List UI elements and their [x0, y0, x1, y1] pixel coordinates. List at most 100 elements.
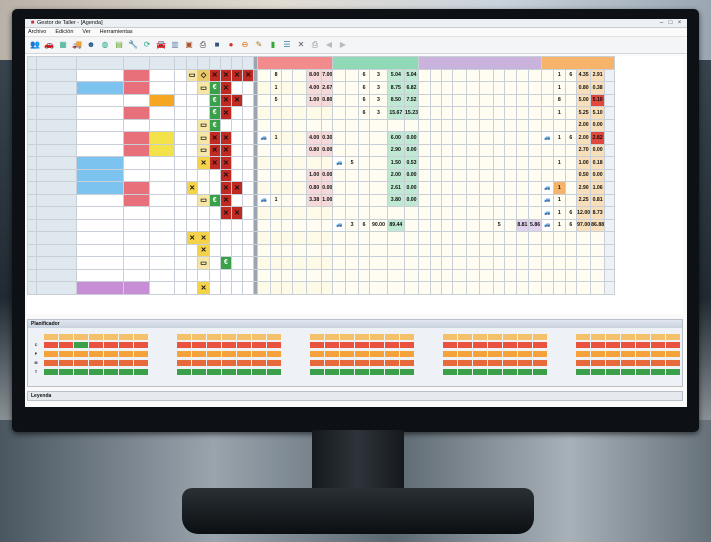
- plan-cell[interactable]: [385, 342, 399, 348]
- status-cell-e2[interactable]: [242, 193, 255, 207]
- table-row[interactable]: ▭ €: [27, 256, 683, 270]
- stop-icon[interactable]: ●: [225, 39, 237, 51]
- plan-cell[interactable]: [310, 360, 324, 366]
- table-row[interactable]: € ✕ 6 3 15.67 15.23 1 5.25 5.10: [27, 106, 683, 120]
- plan-cell[interactable]: [237, 360, 251, 366]
- plan-cell[interactable]: [267, 342, 281, 348]
- status-cell-e2[interactable]: [242, 206, 255, 220]
- plan-cell[interactable]: [104, 360, 118, 366]
- plan-cell[interactable]: [518, 351, 532, 357]
- plan-cell[interactable]: [355, 342, 369, 348]
- plan-cell[interactable]: [458, 342, 472, 348]
- status-cell-e2[interactable]: [242, 268, 255, 282]
- plan-cell[interactable]: [503, 351, 517, 357]
- plan-cell[interactable]: [222, 369, 236, 375]
- status-cell-f[interactable]: [219, 118, 233, 132]
- table-row[interactable]: ✕ 1.00 0.00 2.00 0.00 0.50 0.00: [27, 168, 683, 182]
- status-cell-r[interactable]: [208, 231, 221, 245]
- status-cell-r[interactable]: €: [208, 118, 221, 132]
- table-row[interactable]: ▭ ✕ ✕ 🚙 1 4.00 0.30 6.00 0.00 🚙 1 6 2.00 2.82: [27, 131, 683, 145]
- status-cell-f[interactable]: ✕: [219, 206, 233, 220]
- status-cell-o[interactable]: [230, 281, 244, 295]
- status-cell-r[interactable]: [208, 181, 221, 195]
- plan-cell[interactable]: [621, 360, 635, 366]
- plan-cell[interactable]: [310, 342, 324, 348]
- plan-cell[interactable]: [134, 342, 148, 348]
- plan-cell[interactable]: [651, 360, 665, 366]
- plan-cell[interactable]: [651, 342, 665, 348]
- plan-cell[interactable]: [518, 369, 532, 375]
- printer-icon[interactable]: ⎙: [309, 39, 321, 51]
- status-cell-o[interactable]: ✕: [230, 181, 244, 195]
- book-icon[interactable]: ▣: [183, 39, 195, 51]
- calendar-icon[interactable]: ▦: [57, 39, 69, 51]
- status-cell-e[interactable]: [186, 193, 199, 207]
- status-cell-e2[interactable]: [242, 256, 255, 270]
- status-cell-f[interactable]: ✕: [219, 81, 233, 95]
- status-cell-f[interactable]: ✕: [219, 168, 233, 182]
- status-cell-o[interactable]: [230, 268, 244, 282]
- plan-cell[interactable]: [325, 360, 339, 366]
- plan-cell[interactable]: [473, 342, 487, 348]
- plan-cell[interactable]: [237, 342, 251, 348]
- plan-cell[interactable]: [310, 351, 324, 357]
- plan-cell[interactable]: [74, 369, 88, 375]
- status-cell-r[interactable]: ✕: [208, 143, 221, 157]
- plan-cell[interactable]: [104, 369, 118, 375]
- plan-cell[interactable]: [119, 369, 133, 375]
- plan-cell[interactable]: [252, 360, 266, 366]
- plan-cell[interactable]: [666, 351, 680, 357]
- status-cell-p[interactable]: ✕: [197, 231, 210, 245]
- status-cell-p[interactable]: ▭: [197, 131, 210, 145]
- status-cell-p[interactable]: ✕: [197, 243, 210, 257]
- plan-cell[interactable]: [59, 342, 73, 348]
- status-cell-o[interactable]: ✕: [230, 206, 244, 220]
- plan-cell[interactable]: [134, 369, 148, 375]
- status-cell-p[interactable]: ▭: [197, 81, 210, 95]
- plan-cell[interactable]: [44, 360, 58, 366]
- status-cell-e[interactable]: [186, 156, 199, 170]
- status-cell-o[interactable]: [230, 106, 244, 120]
- status-cell-f[interactable]: ✕: [219, 131, 233, 145]
- plan-cell[interactable]: [340, 369, 354, 375]
- status-cell-e[interactable]: [186, 268, 199, 282]
- print-icon[interactable]: ⎙: [197, 39, 209, 51]
- plan-cell[interactable]: [591, 342, 605, 348]
- status-cell-p[interactable]: ✕: [197, 156, 210, 170]
- status-cell-e[interactable]: [186, 106, 199, 120]
- menu-herramientas[interactable]: Herramientas: [100, 29, 133, 35]
- maximize-icon[interactable]: □: [666, 20, 675, 27]
- table-row[interactable]: ✕ ✕: [27, 231, 683, 245]
- plan-cell[interactable]: [651, 351, 665, 357]
- save-icon[interactable]: ■: [211, 39, 223, 51]
- plan-cell[interactable]: [400, 342, 414, 348]
- plan-cell[interactable]: [355, 351, 369, 357]
- table-row[interactable]: ✕ ✕ ✕ 0.80 0.00 2.61 0.00 🚙 1 2.90 1.06: [27, 181, 683, 195]
- plan-cell[interactable]: [458, 360, 472, 366]
- plan-cell[interactable]: [518, 360, 532, 366]
- truck-icon[interactable]: 🚚: [71, 39, 83, 51]
- plan-cell[interactable]: [458, 351, 472, 357]
- status-cell-e2[interactable]: [242, 81, 255, 95]
- status-cell-e[interactable]: [186, 168, 199, 182]
- plan-cell[interactable]: [89, 342, 103, 348]
- status-cell-e[interactable]: [186, 143, 199, 157]
- status-cell-f[interactable]: ✕: [219, 156, 233, 170]
- plan-cell[interactable]: [473, 360, 487, 366]
- status-cell-p[interactable]: ▭: [197, 143, 210, 157]
- plan-cell[interactable]: [207, 342, 221, 348]
- plan-cell[interactable]: [177, 351, 191, 357]
- plan-cell[interactable]: [576, 342, 590, 348]
- refresh-icon[interactable]: ⟳: [141, 39, 153, 51]
- status-cell-f[interactable]: ✕: [219, 93, 233, 107]
- status-cell-r[interactable]: €: [208, 193, 221, 207]
- plan-cell[interactable]: [370, 342, 384, 348]
- status-cell-e[interactable]: [186, 93, 199, 107]
- status-cell-e[interactable]: [186, 81, 199, 95]
- status-cell-p[interactable]: [197, 218, 210, 232]
- plan-cell[interactable]: [606, 360, 620, 366]
- status-cell-o[interactable]: [230, 118, 244, 132]
- plan-cell[interactable]: [207, 369, 221, 375]
- status-cell-p[interactable]: [197, 168, 210, 182]
- plan-cell[interactable]: [636, 351, 650, 357]
